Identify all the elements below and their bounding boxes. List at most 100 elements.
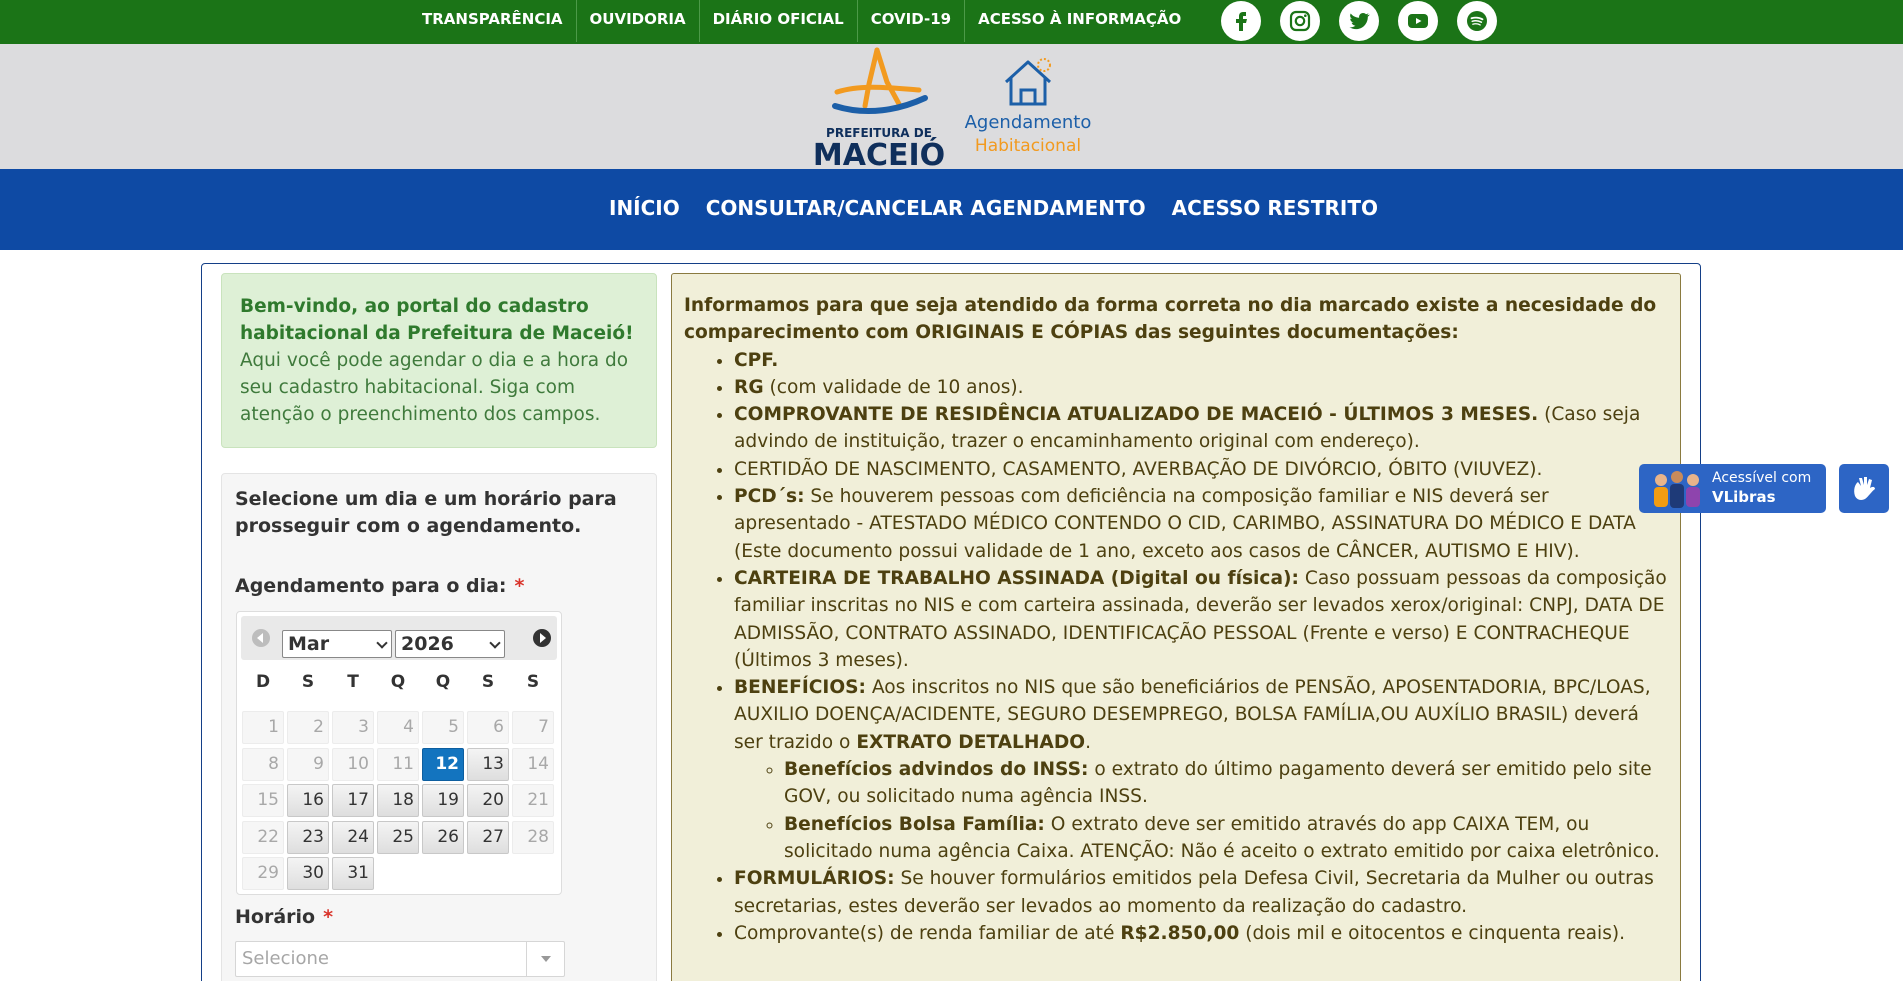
documents-info-panel: Informamos para que seja atendido da for… (671, 273, 1681, 981)
date-label: Agendamento para o dia: * (235, 575, 524, 597)
logo-habitacional-text: Habitacional (974, 136, 1082, 156)
documents-list-item: Comprovante(s) de renda familiar de até … (734, 920, 1668, 947)
nav-consultar-cancelar[interactable]: CONSULTAR/CANCELAR AGENDAMENTO (693, 196, 1159, 220)
calendar-day: 11 (377, 747, 419, 781)
year-value: 2026 (401, 633, 454, 655)
calendar-day[interactable]: 25 (377, 820, 419, 854)
vlibras-line1: Acessível com (1712, 470, 1812, 486)
month-value: Mar (288, 633, 330, 655)
weekday-header: S (526, 672, 540, 692)
weekday-header: Q (390, 672, 406, 692)
calendar-day[interactable]: 18 (377, 784, 419, 817)
calendar-day[interactable]: 31 (332, 857, 374, 890)
agendamento-habitacional-logo[interactable]: Agendamento Habitacional (962, 56, 1094, 162)
calendar-day: 29 (242, 857, 284, 890)
date-label-text: Agendamento para o dia: (235, 575, 507, 597)
logo-band (0, 44, 1903, 169)
house-icon (1004, 58, 1052, 106)
spotify-icon[interactable] (1457, 1, 1497, 41)
schedule-panel: Selecione um dia e um horário para pross… (221, 473, 657, 981)
nav-acesso-restrito[interactable]: ACESSO RESTRITO (1159, 196, 1391, 220)
documents-list-item: CARTEIRA DE TRABALHO ASSINADA (Digital o… (734, 565, 1668, 674)
documents-sublist: Benefícios advindos do INSS: o extrato d… (784, 756, 1668, 865)
calendar-header: Mar 2026 (241, 616, 557, 660)
calendar-day: 9 (287, 747, 329, 781)
calendar-day: 7 (512, 711, 554, 744)
welcome-text: Aqui você pode agendar o dia e a hora do… (240, 350, 629, 425)
documents-list-item: COMPROVANTE DE RESIDÊNCIA ATUALIZADO DE … (734, 401, 1668, 456)
calendar-day-selected[interactable]: 12 (422, 747, 464, 781)
calendar-day: 1 (242, 711, 284, 744)
calendar-day: 22 (242, 820, 284, 854)
documents-list: CPF.RG (com validade de 10 anos).COMPROV… (734, 347, 1668, 948)
instagram-icon[interactable] (1280, 1, 1320, 41)
welcome-heading: Bem-vindo, ao portal do cadastro habitac… (240, 296, 634, 344)
documents-list-item: CERTIDÃO DE NASCIMENTO, CASAMENTO, AVERB… (734, 456, 1668, 483)
vlibras-avatars-icon (1654, 471, 1700, 508)
calendar-day: 8 (242, 747, 284, 781)
twitter-icon[interactable] (1339, 1, 1379, 41)
calendar-day[interactable]: 23 (287, 820, 329, 854)
next-month-icon[interactable] (533, 629, 551, 647)
documents-subitem: Benefícios Bolsa Família: O extrato deve… (784, 811, 1668, 866)
schedule-title: Selecione um dia e um horário para pross… (235, 488, 617, 537)
weekday-header: Q (435, 672, 451, 692)
calendar-day[interactable]: 27 (467, 820, 509, 854)
calendar-day: 3 (332, 711, 374, 744)
calendar-day: 6 (467, 711, 509, 744)
calendar-day[interactable]: 16 (287, 784, 329, 817)
calendar-day[interactable]: 24 (332, 820, 374, 854)
main-nav: INÍCIO CONSULTAR/CANCELAR AGENDAMENTO AC… (0, 169, 1903, 250)
month-select[interactable]: Mar (282, 630, 392, 658)
documents-list-item: RG (com validade de 10 anos). (734, 374, 1668, 401)
calendar-day: 28 (512, 820, 554, 854)
calendar-day[interactable]: 26 (422, 820, 464, 854)
documents-list-item: FORMULÁRIOS: Se houver formulários emiti… (734, 865, 1668, 920)
date-picker: Mar 2026 D S T Q Q S S 1 2 3 4 5 6 7 8 9 10 11 12 13 14 15 16 1… (236, 611, 562, 895)
prefeitura-maceio-logo[interactable]: PREFEITURA DE MACEIÓ (807, 44, 951, 173)
calendar-day: 5 (422, 711, 464, 744)
documents-list-item: CPF. (734, 347, 1668, 374)
youtube-icon[interactable] (1398, 1, 1438, 41)
top-link-diario-oficial[interactable]: DIÁRIO OFICIAL (698, 0, 857, 42)
calendar-day: 15 (242, 784, 284, 817)
calendar-day[interactable]: 30 (287, 857, 329, 890)
vlibras-button[interactable]: Acessível com VLibras (1639, 464, 1826, 513)
chevron-down-icon (376, 637, 388, 649)
calendar-day[interactable]: 20 (467, 784, 509, 817)
required-mark: * (514, 575, 525, 597)
chevron-down-icon (489, 637, 501, 649)
top-link-transparencia[interactable]: TRANSPARÊNCIA (409, 0, 576, 42)
facebook-icon[interactable] (1221, 1, 1261, 41)
top-nav: TRANSPARÊNCIA OUVIDORIA DIÁRIO OFICIAL C… (409, 0, 1194, 42)
calendar-day: 4 (377, 711, 419, 744)
weekday-header: S (301, 672, 315, 692)
time-select-placeholder: Selecione (242, 948, 329, 969)
weekday-header: T (347, 672, 359, 692)
documents-list-item: PCD´s: Se houverem pessoas com deficiênc… (734, 483, 1668, 565)
top-link-ouvidoria[interactable]: OUVIDORIA (575, 0, 699, 42)
required-mark: * (323, 906, 334, 928)
top-link-acesso-informacao[interactable]: ACESSO À INFORMAÇÃO (964, 0, 1194, 42)
top-link-covid[interactable]: COVID-19 (856, 0, 964, 42)
calendar-day: 2 (287, 711, 329, 744)
weekday-header: S (481, 672, 495, 692)
calendar-day: 21 (512, 784, 554, 817)
nav-inicio[interactable]: INÍCIO (596, 196, 693, 220)
logo-maceio-text: MACEIÓ (813, 136, 945, 169)
top-bar: TRANSPARÊNCIA OUVIDORIA DIÁRIO OFICIAL C… (0, 0, 1903, 44)
time-label-text: Horário (235, 906, 316, 928)
time-label: Horário * (235, 906, 333, 928)
calendar-day[interactable]: 13 (467, 747, 509, 781)
prev-month-icon[interactable] (252, 629, 270, 647)
social-links (1221, 1, 1516, 41)
calendar-day[interactable]: 19 (422, 784, 464, 817)
dropdown-arrow-icon[interactable] (526, 942, 564, 976)
documents-intro: Informamos para que seja atendido da for… (684, 295, 1657, 344)
year-select[interactable]: 2026 (395, 630, 505, 658)
sign-language-hands-icon[interactable] (1839, 464, 1889, 513)
calendar-day: 14 (512, 747, 554, 781)
time-select[interactable]: Selecione (235, 941, 565, 977)
calendar-day[interactable]: 17 (332, 784, 374, 817)
logo-agendamento-text: Agendamento (964, 112, 1092, 133)
